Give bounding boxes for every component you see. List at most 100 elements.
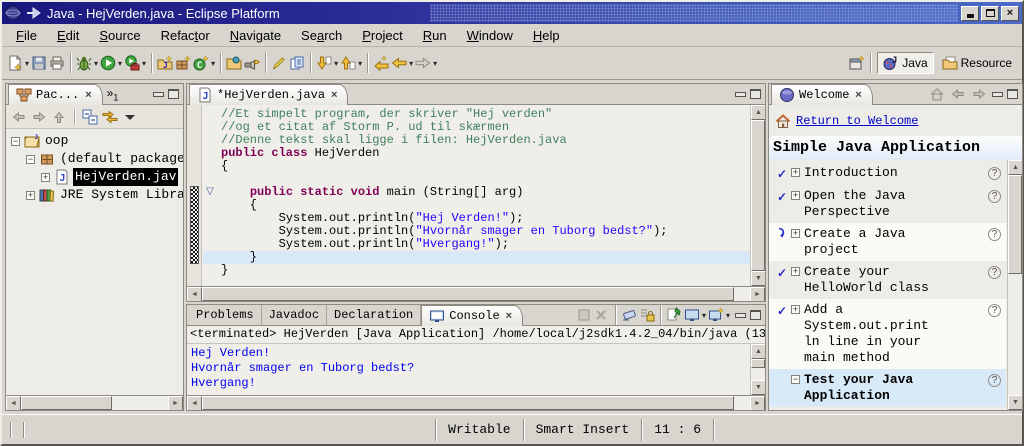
help-icon[interactable]: ? [988,228,1001,241]
collapse-icon[interactable]: − [11,137,20,146]
scroll-left-button[interactable]: ◄ [187,396,202,411]
cheatsheet-item-test-your-java-application[interactable]: −Test your Java Application? [769,369,1006,407]
minimize-view-button[interactable] [992,92,1003,97]
resource-perspective-button[interactable]: Resource [936,52,1018,74]
scroll-lock-button[interactable] [638,305,656,325]
vertical-ruler[interactable] [187,105,202,286]
dropdown-arrow-icon[interactable]: ▾ [25,59,29,68]
new-class-button[interactable]: C▾ [192,53,216,73]
tree-item-oop[interactable]: −Joop [6,132,183,150]
view-forward-button[interactable] [970,84,988,104]
forward-button[interactable]: ▾ [414,53,438,73]
next-annotation-button[interactable]: ▾ [315,53,339,73]
new-wizard-button[interactable]: ▾ [6,53,30,73]
scroll-right-button[interactable]: ► [750,396,765,411]
vertical-scrollbar[interactable]: ▲ ▼ [750,344,765,395]
console-output-area[interactable]: Hej Verden!Hvornår smager en Tuborg beds… [187,344,765,395]
menu-search[interactable]: Search [291,25,352,46]
scrollbar-thumb[interactable] [202,287,734,301]
horizontal-scrollbar[interactable]: ◄ ► [187,286,765,301]
new-java-project-button[interactable]: J [156,53,174,73]
code-content[interactable]: //Et simpelt program, der skriver "Hej v… [203,105,750,286]
help-icon[interactable]: ? [988,190,1001,203]
display-selected-console-button[interactable]: ▾ [683,305,707,325]
view-back-button[interactable] [949,84,967,104]
scrollbar-track[interactable] [1008,175,1022,395]
code-editor[interactable]: ▽ //Et simpelt program, der skriver "Hej… [187,105,765,286]
minimize-view-button[interactable] [153,92,164,97]
expand-icon[interactable]: + [41,173,50,182]
menu-refactor[interactable]: Refactor [151,25,220,46]
collapse-all-button[interactable] [81,107,99,127]
tree-item-jre-system-librar[interactable]: +JRE System Librar [6,186,183,204]
dropdown-arrow-icon[interactable]: ▾ [358,59,362,68]
dropdown-arrow-icon[interactable]: ▾ [118,59,122,68]
minimize-button[interactable] [961,6,979,21]
run-external-tools-button[interactable]: ▾ [123,53,147,73]
dropdown-arrow-icon[interactable]: ▾ [433,59,437,68]
clear-console-button[interactable] [620,305,638,325]
menu-file[interactable]: File [6,25,47,46]
view-back-button[interactable] [10,107,28,127]
previous-annotation-button[interactable]: ▾ [339,53,363,73]
cheatsheet-item-add-a-system-out-println-line-[interactable]: ✓+Add a System.out.println line in your … [769,299,1006,369]
tab-welcome[interactable]: Welcome × [771,84,873,105]
dropdown-arrow-icon[interactable]: ▾ [702,311,706,320]
cheatsheet-item-create-your-helloworld-class[interactable]: ✓+Create your HelloWorld class? [769,261,1006,299]
scrollbar-track[interactable] [202,287,750,301]
open-type-button[interactable] [225,53,243,73]
view-forward-button[interactable] [30,107,48,127]
maximize-button[interactable] [981,6,999,21]
menu-project[interactable]: Project [352,25,412,46]
remove-terminated-button[interactable] [593,305,611,325]
cheatsheet-item-open-the-java-perspective[interactable]: ✓+Open the Java Perspective? [769,185,1006,223]
scroll-up-button[interactable]: ▲ [1008,160,1022,175]
horizontal-scrollbar[interactable]: ◄ ► [187,395,765,410]
menu-edit[interactable]: Edit [47,25,89,46]
java-perspective-button[interactable]: JJava [877,52,933,74]
scrollbar-thumb[interactable] [202,396,734,410]
maximize-view-button[interactable] [1007,89,1018,99]
last-edit-location-button[interactable] [372,53,390,73]
vertical-scrollbar[interactable]: ▲ ▼ [750,105,765,286]
dropdown-arrow-icon[interactable]: ▾ [409,59,413,68]
new-package-button[interactable] [174,53,192,73]
scrollbar-track[interactable] [21,396,168,410]
scroll-left-button[interactable]: ◄ [6,396,21,411]
vertical-scrollbar[interactable]: ▲ ▼ [1007,160,1022,410]
scroll-down-button[interactable]: ▼ [751,380,765,395]
eclipse-app-icon[interactable] [5,5,21,21]
scrollbar-thumb[interactable] [751,359,765,368]
expand-icon[interactable]: + [791,305,800,314]
link-editor-button[interactable] [101,107,119,127]
help-icon[interactable]: ? [988,374,1001,387]
maximize-view-button[interactable] [750,310,761,320]
cheatsheet-item-introduction[interactable]: ✓+Introduction? [769,162,1006,185]
scroll-right-button[interactable]: ► [168,396,183,411]
expand-icon[interactable]: + [791,191,800,200]
minimize-view-button[interactable] [735,313,746,318]
expand-icon[interactable]: + [791,168,800,177]
collapse-icon[interactable]: − [791,375,800,384]
titlebar[interactable]: Java - HejVerden.java - Eclipse Platform… [2,2,1022,24]
horizontal-scrollbar[interactable]: ◄ ► [6,395,183,410]
dropdown-arrow-icon[interactable]: ▾ [94,59,98,68]
collapse-icon[interactable]: − [26,155,35,164]
tab-overflow-chevron[interactable]: »1 [103,84,123,104]
window-pin-icon[interactable] [26,5,42,21]
scroll-right-button[interactable]: ► [750,287,765,302]
maximize-view-button[interactable] [168,89,179,99]
tab-package-explorer[interactable]: Pac... × [8,84,103,105]
menu-run[interactable]: Run [413,25,457,46]
dropdown-arrow-icon[interactable]: ▾ [211,59,215,68]
help-icon[interactable]: ? [988,266,1001,279]
scroll-left-button[interactable]: ◄ [187,287,202,302]
help-icon[interactable]: ? [988,304,1001,317]
close-icon[interactable]: × [506,310,512,322]
scrollbar-track[interactable] [202,396,750,410]
mark-occurrences-button[interactable] [270,53,288,73]
terminate-button[interactable] [575,305,593,325]
dropdown-arrow-icon[interactable]: ▾ [726,311,730,320]
menu-help[interactable]: Help [523,25,570,46]
expand-icon[interactable]: + [26,191,35,200]
